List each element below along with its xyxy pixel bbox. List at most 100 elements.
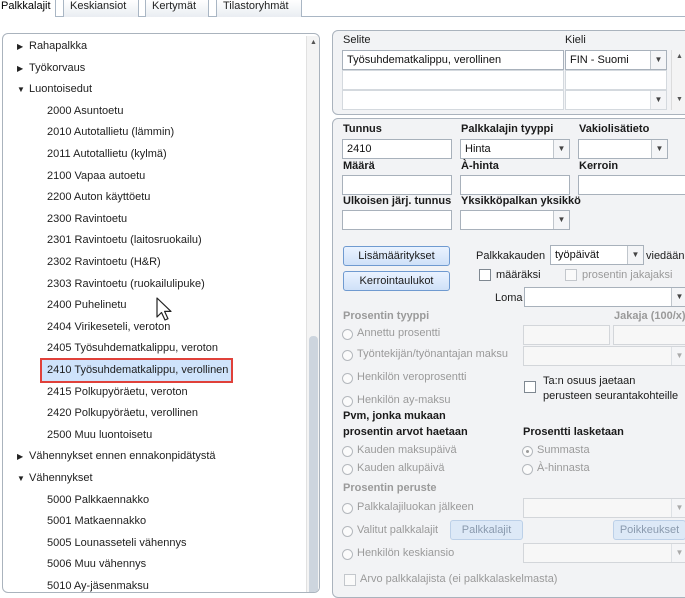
yksikko-select[interactable]: ▼	[460, 210, 570, 230]
ahinta-field[interactable]	[460, 175, 570, 195]
collapsed-arrow-icon[interactable]: ▶	[17, 37, 29, 57]
chevron-down-icon[interactable]: ▼	[671, 288, 685, 306]
chevron-down-icon[interactable]: ▼	[671, 347, 685, 365]
summasta-radio[interactable]	[522, 446, 533, 457]
tree-group[interactable]: ▼ Luontoisedut	[17, 79, 92, 99]
tree-group[interactable]: ▶ Työkorvaus	[17, 58, 85, 78]
scroll-down-icon[interactable]: ▼	[676, 96, 683, 103]
tree-item-label: 2400 Puhelinetu	[47, 299, 127, 312]
maksu-select[interactable]: ▼	[523, 346, 685, 366]
tree-item-label: 2000 Asuntoetu	[47, 104, 124, 117]
valitut-palkkalajit-radio[interactable]	[342, 526, 353, 537]
palkkalajiluokka-select[interactable]: ▼	[523, 498, 685, 518]
jakaja-label: Jakaja (100/x)	[614, 310, 685, 322]
tab-palkkalajit[interactable]: Palkkalajit	[0, 0, 56, 17]
lisamaaritykset-button[interactable]: Lisämääritykset	[343, 246, 450, 266]
selite-field-row3[interactable]	[342, 90, 564, 110]
henkilon-ay-maksu-radio[interactable]	[342, 396, 353, 407]
a-hinnasta-radio[interactable]	[522, 464, 533, 475]
tree-group[interactable]: ▶ Rahapalkka	[17, 36, 87, 56]
kauden-alkupaiva-radio[interactable]	[342, 464, 353, 475]
tunnus-field[interactable]: 2410	[342, 139, 452, 159]
maaraksi-checkbox[interactable]	[479, 269, 491, 281]
ta-osuus-label-line2: perusteen seurantakohteille	[543, 390, 679, 402]
palkkalajiluokan-jalkeen-radio[interactable]	[342, 503, 353, 514]
annettu-prosentti-radio[interactable]	[342, 329, 353, 340]
chevron-down-icon[interactable]: ▼	[650, 91, 666, 109]
tab-kertymat[interactable]: Kertymät	[145, 0, 209, 17]
poikkeukset-button[interactable]: Poikkeukset	[613, 520, 685, 540]
kerroin-field[interactable]	[578, 175, 685, 195]
prosentin-jakajaksi-checkbox[interactable]	[565, 269, 577, 281]
tree-item[interactable]: 2300 Ravintoetu	[47, 209, 127, 229]
vakio-select[interactable]: ▼	[578, 139, 668, 159]
henkilon-veroprosentti-radio[interactable]	[342, 373, 353, 384]
tree-item[interactable]: 5006 Muu vähennys	[47, 554, 146, 574]
tyyppi-select[interactable]: Hinta ▼	[460, 139, 570, 159]
kauden-maksupaiva-radio[interactable]	[342, 446, 353, 457]
palkkalajit-button[interactable]: Palkkalajit	[450, 520, 523, 540]
maara-field[interactable]	[342, 175, 452, 195]
tree-item[interactable]: 2415 Polkupyöräetu, veroton	[47, 382, 188, 402]
tab-tilastoryhmat[interactable]: Tilastoryhmät	[216, 0, 302, 17]
scroll-up-icon[interactable]: ▲	[676, 53, 683, 60]
chevron-down-icon[interactable]: ▼	[671, 499, 685, 517]
henkilon-ay-maksu-label: Henkilön ay-maksu	[357, 394, 451, 406]
tree-item[interactable]: 2303 Ravintoetu (ruokailulipuke)	[47, 274, 205, 294]
tree-scrollbar-thumb[interactable]	[309, 336, 318, 592]
chevron-down-icon[interactable]: ▼	[650, 51, 666, 69]
tree-group[interactable]: ▼ Vähennykset	[17, 468, 93, 488]
kieli-select-row3[interactable]: ▼	[565, 90, 667, 110]
chevron-down-icon[interactable]: ▼	[671, 544, 685, 562]
tree-item[interactable]: 2010 Autotallietu (lämmin)	[47, 122, 174, 142]
expanded-arrow-icon[interactable]: ▼	[17, 469, 29, 489]
keskiansio-select[interactable]: ▼	[523, 543, 685, 563]
tree-item[interactable]: 5001 Matkaennakko	[47, 511, 146, 531]
tree-item[interactable]: 2400 Puhelinetu	[47, 295, 127, 315]
tree-item[interactable]: 5005 Lounasseteli vähennys	[47, 533, 186, 553]
ta-osuus-checkbox[interactable]	[524, 381, 536, 393]
arvo-palkkalajista-checkbox[interactable]	[344, 574, 356, 586]
pvm-label-line2: prosentin arvot haetaan	[343, 426, 468, 438]
ulkoinen-tunnus-field[interactable]	[342, 210, 452, 230]
selite-field-row2[interactable]	[342, 70, 564, 90]
tree-item[interactable]: 2302 Ravintoetu (H&R)	[47, 252, 161, 272]
kieli-field-row2[interactable]	[565, 70, 667, 90]
selite-field-row1[interactable]: Työsuhdematkalippu, verollinen	[342, 50, 564, 70]
tree-group[interactable]: ▶ Vähennykset ennen ennakonpidätystä	[17, 446, 216, 466]
scroll-up-icon[interactable]: ▲	[310, 39, 317, 46]
tree-item[interactable]: 2000 Asuntoetu	[47, 101, 123, 121]
tree-item[interactable]: 5010 Ay-jäsenmaksu	[47, 576, 149, 592]
chevron-down-icon[interactable]: ▼	[651, 140, 667, 158]
chevron-down-icon[interactable]: ▼	[627, 246, 643, 264]
tree-item[interactable]: 2410 Työsuhdematkalippu, verollinen	[39, 358, 234, 383]
palkkakauden-select[interactable]: työpäivät ▼	[550, 245, 644, 265]
a-hinnasta-label: À-hinnasta	[537, 462, 590, 474]
chevron-down-icon[interactable]: ▼	[553, 211, 569, 229]
tree-item[interactable]: 2011 Autotallietu (kylmä)	[47, 144, 167, 164]
jakaja-field[interactable]	[613, 325, 685, 345]
mouse-pointer-icon	[156, 297, 172, 321]
collapsed-arrow-icon[interactable]: ▶	[17, 447, 29, 467]
tree-item[interactable]: 2100 Vapaa autoetu	[47, 166, 145, 186]
loma-select[interactable]: ▼	[524, 287, 685, 307]
collapsed-arrow-icon[interactable]: ▶	[17, 59, 29, 79]
tree-item[interactable]: 2500 Muu luontoisetu	[47, 425, 152, 445]
tree-item[interactable]: 2200 Auton käyttöetu	[47, 187, 150, 207]
tree-item[interactable]: 2404 Virikeseteli, veroton	[47, 317, 170, 337]
tree-item[interactable]: 2301 Ravintoetu (laitosruokailu)	[47, 230, 202, 250]
tab-keskiansiot[interactable]: Keskiansiot	[63, 0, 139, 17]
tree-item[interactable]: 2405 Työsuhdematkalippu, veroton	[47, 338, 218, 358]
tree-scrollbar[interactable]: ▲	[306, 36, 319, 592]
palkkakauden-value: työpäivät	[555, 249, 600, 261]
henkilon-keskiansio-radio[interactable]	[342, 549, 353, 560]
kieli-select-row1[interactable]: FIN - Suomi ▼	[565, 50, 667, 70]
chevron-down-icon[interactable]: ▼	[553, 140, 569, 158]
tree-item[interactable]: 5000 Palkkaennakko	[47, 490, 149, 510]
description-scrollbar[interactable]: ▲ ▼	[671, 50, 685, 110]
kerrointaulukot-button[interactable]: Kerrointaulukot	[343, 271, 450, 291]
tree-item[interactable]: 2420 Polkupyöräetu, verollinen	[47, 403, 198, 423]
expanded-arrow-icon[interactable]: ▼	[17, 80, 29, 100]
tyontekijan-maksu-radio[interactable]	[342, 350, 353, 361]
prosentti-field[interactable]	[523, 325, 610, 345]
